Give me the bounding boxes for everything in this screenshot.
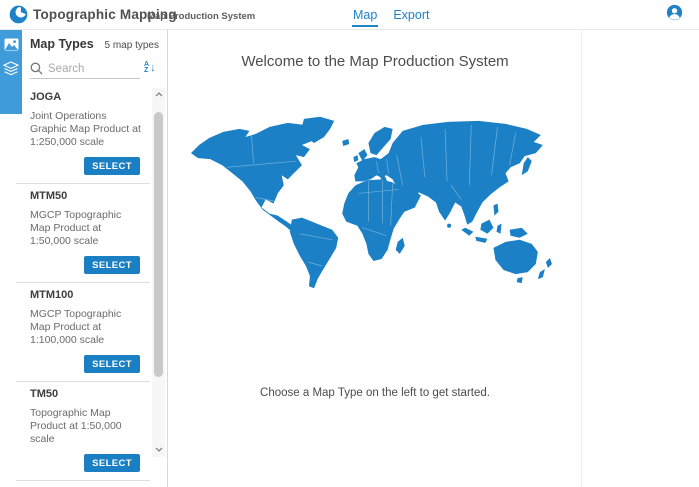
search-input[interactable] (48, 63, 132, 75)
tab-export[interactable]: Export (392, 2, 430, 28)
sort-letter-z: Z (144, 68, 149, 75)
app-window: Topographic Mapping Map Production Syste… (0, 0, 699, 487)
map-type-item-tm50: TM50 Topographic Map Product at 1:50,000… (16, 382, 150, 481)
select-button[interactable]: SELECT (84, 256, 140, 274)
scroll-down-icon[interactable] (152, 443, 165, 455)
app-subtitle: Map Production System (147, 11, 255, 22)
sort-arrow: ↓ (150, 63, 156, 74)
sidebar-scrollbar[interactable] (152, 88, 165, 457)
panel-title: Map Types (30, 37, 94, 51)
main-content-column: Welcome to the Map Production System (169, 30, 582, 487)
world-map-image (191, 114, 559, 289)
map-type-description: MGCP Topographic Map Product at 1:100,00… (16, 308, 144, 347)
main-area: Welcome to the Map Production System (169, 30, 699, 487)
instruction-text: Choose a Map Type on the left to get sta… (260, 387, 490, 399)
search-icon (30, 62, 43, 75)
map-type-description: Topographic Map Product at 1:50,000 scal… (16, 407, 144, 446)
map-type-item-mtm50: MTM50 MGCP Topographic Map Product at 1:… (16, 184, 150, 283)
map-type-item-joga: JOGA Joint Operations Graphic Map Produc… (16, 85, 150, 184)
map-type-item-tm100: TM100 (16, 481, 150, 487)
tab-map[interactable]: Map (352, 2, 378, 28)
map-type-name: MTM50 (16, 190, 150, 202)
app-header: Topographic Mapping Map Production Syste… (0, 0, 699, 30)
panel-header: Map Types 5 map types (30, 37, 159, 51)
sidebar: Map Types 5 map types A Z ↓ JOGA Joint O… (0, 30, 168, 487)
map-type-item-mtm100: MTM100 MGCP Topographic Map Product at 1… (16, 283, 150, 382)
globe-logo-icon (9, 5, 28, 24)
world-map-svg (191, 114, 559, 289)
map-type-description: Joint Operations Graphic Map Product at … (16, 110, 144, 149)
header-tabs: Map Export (352, 0, 430, 30)
scroll-up-icon[interactable] (152, 88, 165, 100)
select-button[interactable]: SELECT (84, 157, 140, 175)
select-button[interactable]: SELECT (84, 454, 140, 472)
map-tool-icon[interactable] (2, 35, 20, 53)
scrollbar-thumb[interactable] (154, 112, 163, 377)
map-type-name: MTM100 (16, 289, 150, 301)
user-account-icon[interactable] (666, 4, 683, 21)
map-type-name: JOGA (16, 91, 150, 103)
map-type-list: JOGA Joint Operations Graphic Map Produc… (16, 85, 150, 487)
layers-tool-icon[interactable] (2, 59, 20, 77)
sort-alpha-down-icon[interactable]: A Z ↓ (144, 58, 162, 78)
search-box (30, 59, 140, 79)
welcome-heading: Welcome to the Map Production System (241, 53, 508, 70)
map-type-count: 5 map types (105, 40, 159, 51)
map-type-description: MGCP Topographic Map Product at 1:50,000… (16, 209, 144, 248)
map-type-name: TM50 (16, 388, 150, 400)
select-button[interactable]: SELECT (84, 355, 140, 373)
